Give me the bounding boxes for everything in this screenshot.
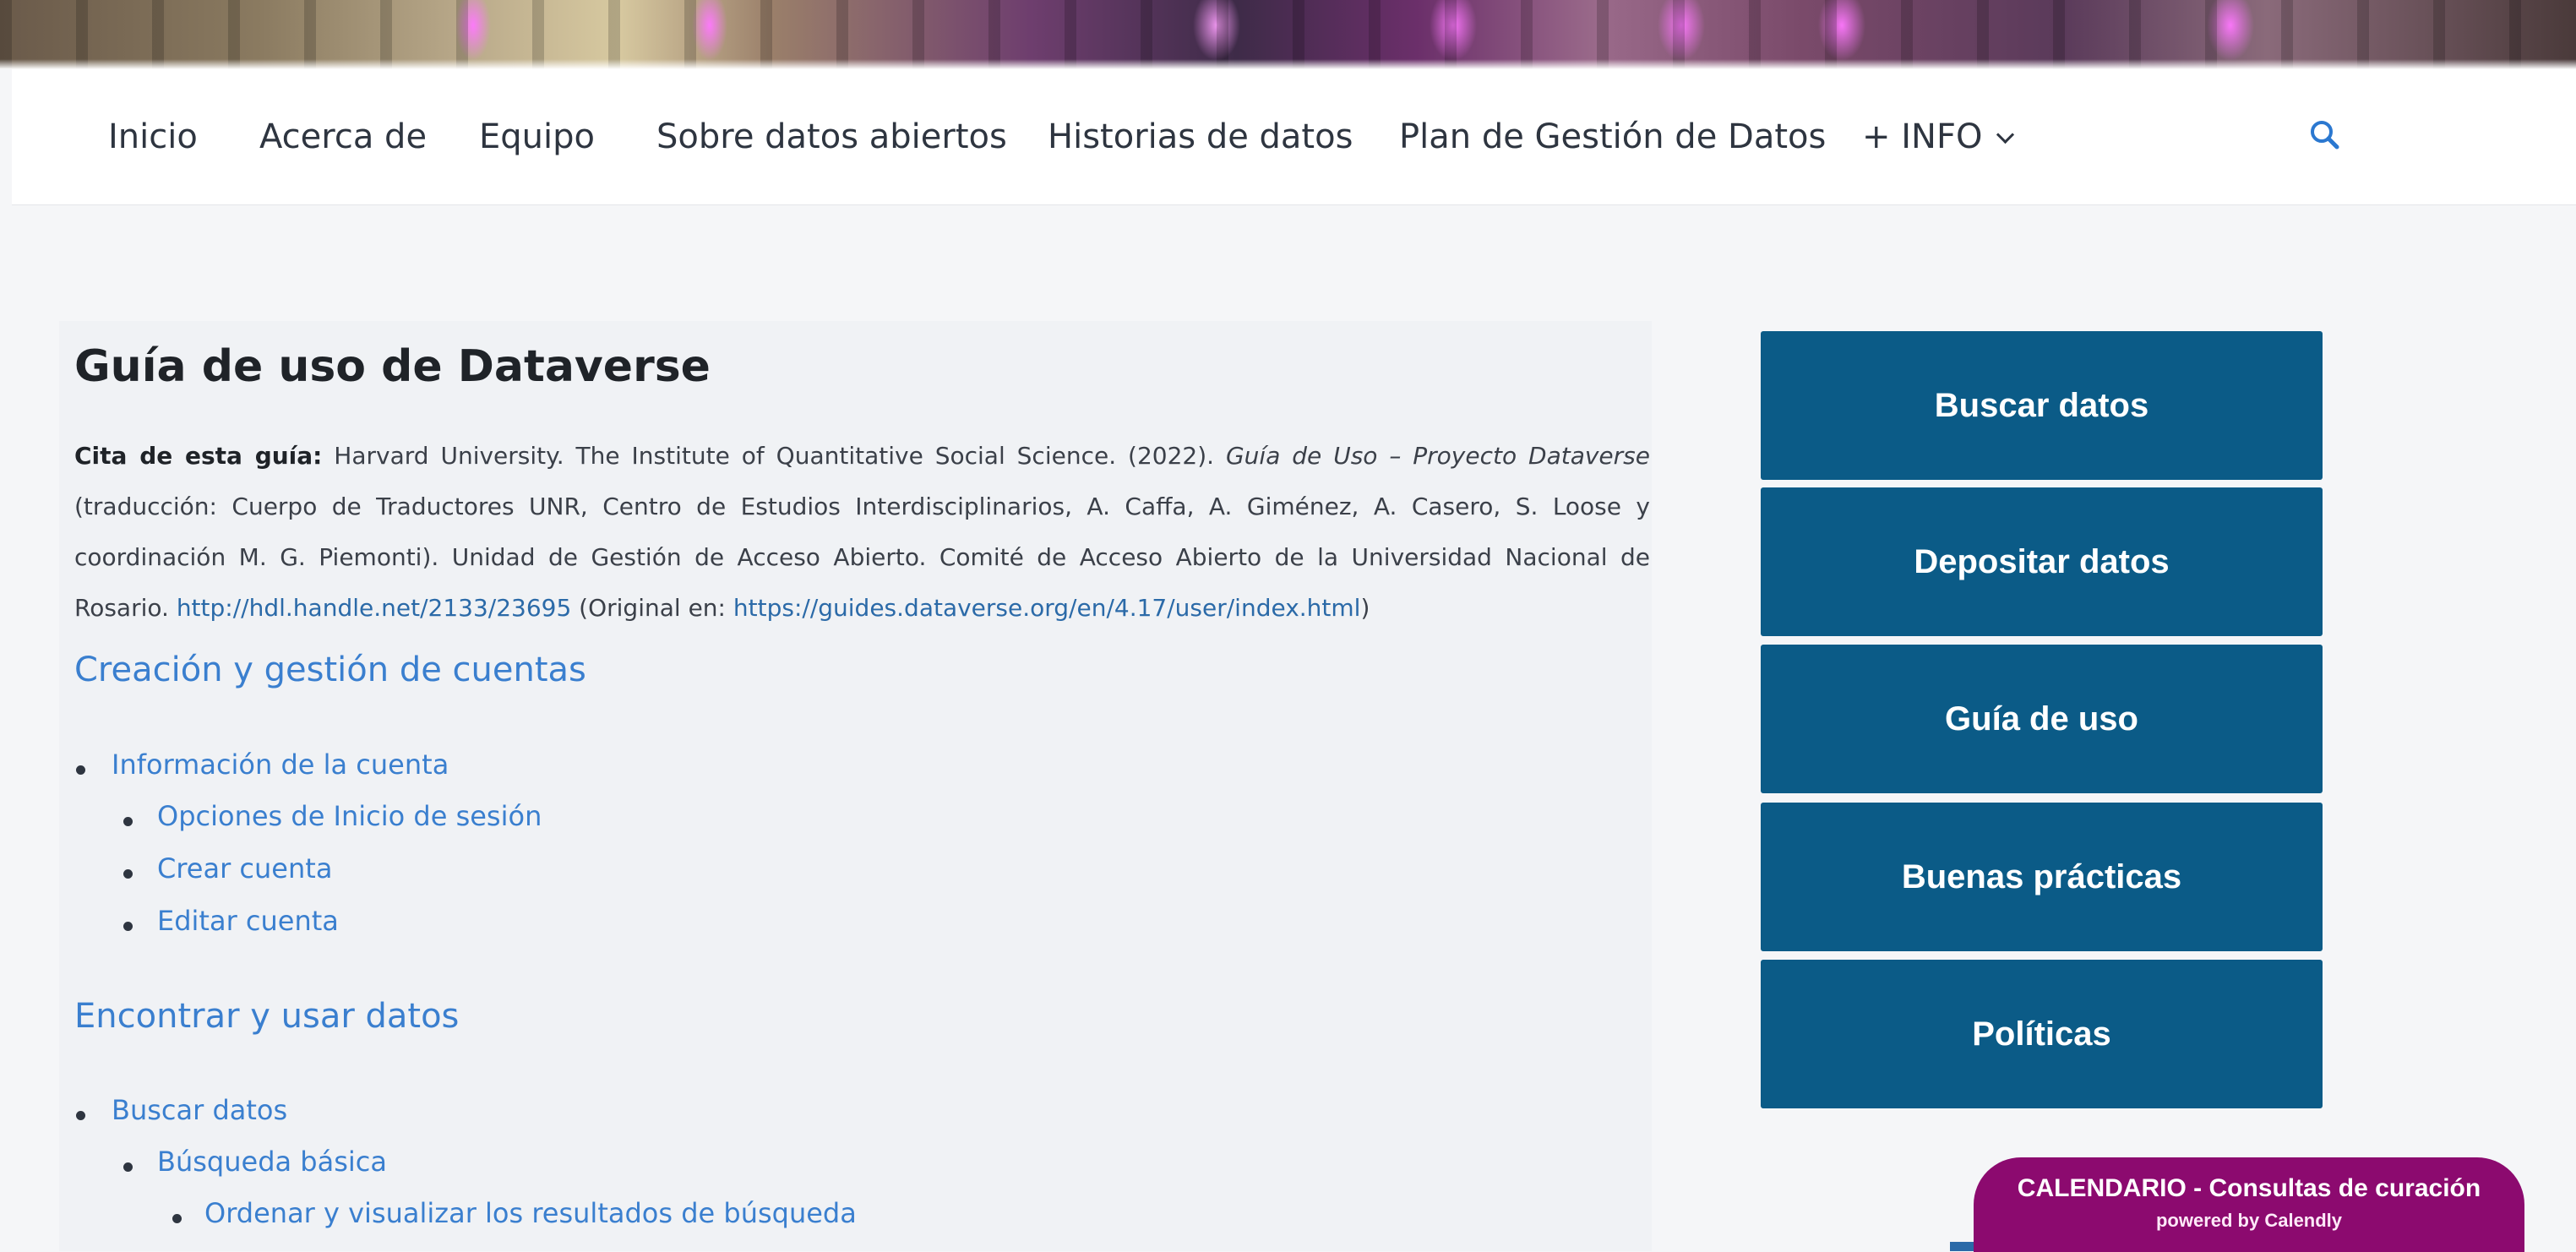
citation-guide-title: Guía de Uso – Proyecto Dataverse — [1225, 442, 1650, 470]
section-heading-cuentas: Creación y gestión de cuentas — [74, 650, 586, 689]
citation-text-3: (Original en: — [571, 594, 733, 622]
main-content: Guía de uso de Dataverse Cita de esta gu… — [59, 321, 1652, 1251]
bullet — [172, 1214, 182, 1223]
list-item-opciones-inicio-sesion[interactable]: Opciones de Inicio de sesión — [157, 800, 542, 832]
bullet — [123, 817, 133, 826]
calendly-title: CALENDARIO - Consultas de curación — [2017, 1174, 2481, 1202]
main-navigation: Inicio Acerca de Equipo Sobre datos abie… — [12, 69, 2576, 205]
section-heading-encontrar-datos: Encontrar y usar datos — [74, 997, 460, 1036]
sidebar-button-buenas-practicas[interactable]: Buenas prácticas — [1761, 803, 2323, 951]
bullet — [76, 765, 85, 775]
citation-original-link[interactable]: https://guides.dataverse.org/en/4.17/use… — [733, 594, 1361, 622]
list-item-busqueda-basica[interactable]: Búsqueda básica — [157, 1146, 387, 1178]
nav-item-mas-info[interactable]: + INFO — [1862, 117, 2015, 157]
citation-text-1: Harvard University. The Institute of Qua… — [322, 442, 1226, 470]
search-icon — [2311, 121, 2339, 150]
list-item-crear-cuenta[interactable]: Crear cuenta — [157, 852, 332, 885]
citation-paragraph: Cita de esta guía: Harvard University. T… — [74, 431, 1650, 634]
banner-fade — [0, 59, 2576, 69]
list-item-ordenar-resultados[interactable]: Ordenar y visualizar los resultados de b… — [204, 1197, 857, 1229]
citation-handle-link[interactable]: http://hdl.handle.net/2133/23695 — [177, 594, 571, 622]
nav-item-equipo[interactable]: Equipo — [479, 117, 595, 157]
nav-item-historias-de-datos[interactable]: Historias de datos — [1048, 117, 1353, 157]
search-button[interactable] — [2301, 113, 2349, 161]
list-item-informacion-cuenta[interactable]: Información de la cuenta — [112, 748, 449, 781]
nav-item-sobre-datos-abiertos[interactable]: Sobre datos abiertos — [656, 117, 1007, 157]
nav-item-mas-info-label: + INFO — [1862, 117, 1983, 156]
bullet — [123, 922, 133, 931]
nav-item-inicio[interactable]: Inicio — [108, 117, 198, 157]
chevron-down-icon — [1996, 125, 2015, 144]
sidebar-button-buscar-datos[interactable]: Buscar datos — [1761, 331, 2323, 480]
sidebar-button-depositar-datos[interactable]: Depositar datos — [1761, 487, 2323, 636]
list-item-editar-cuenta[interactable]: Editar cuenta — [157, 905, 339, 937]
nav-item-plan-de-gestion[interactable]: Plan de Gestión de Datos — [1399, 117, 1826, 157]
bullet — [123, 1162, 133, 1172]
bullet — [76, 1111, 85, 1120]
citation-label: Cita de esta guía: — [74, 442, 323, 470]
citation-text-4: ) — [1360, 594, 1370, 622]
sidebar-button-politicas[interactable]: Políticas — [1761, 960, 2323, 1108]
sidebar-button-guia-de-uso[interactable]: Guía de uso — [1761, 645, 2323, 793]
nav-item-acerca-de[interactable]: Acerca de — [259, 117, 427, 157]
calendly-badge[interactable]: CALENDARIO - Consultas de curación power… — [1974, 1157, 2524, 1252]
bullet — [123, 869, 133, 879]
page-title: Guía de uso de Dataverse — [74, 341, 711, 392]
list-item-buscar-datos[interactable]: Buscar datos — [112, 1094, 287, 1126]
calendly-subtitle: powered by Calendly — [2155, 1210, 2343, 1231]
